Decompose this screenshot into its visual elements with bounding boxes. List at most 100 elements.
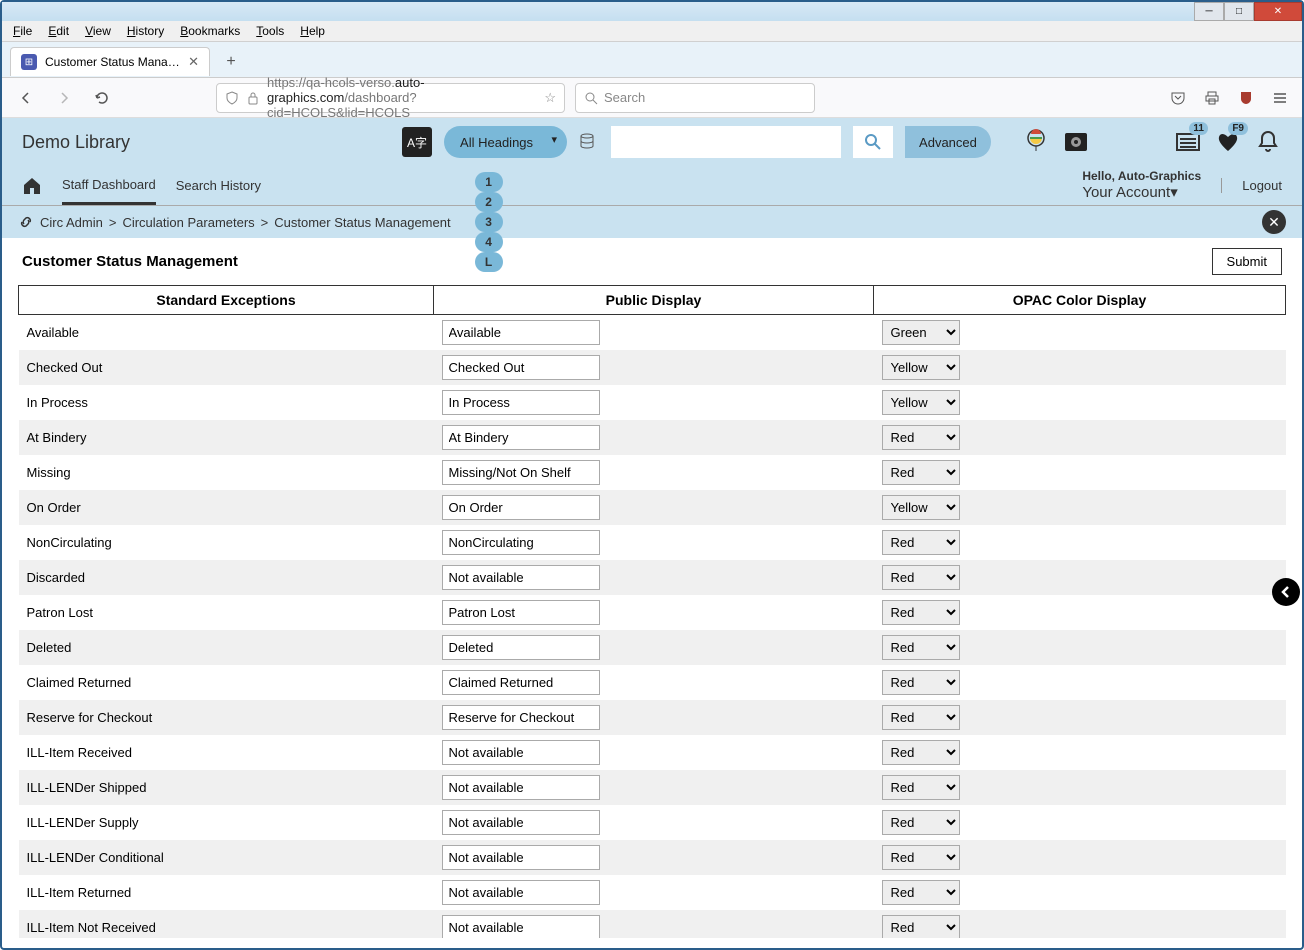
breadcrumb-admin[interactable]: Circ Admin	[40, 215, 103, 230]
public-display-input[interactable]	[442, 740, 600, 765]
menu-tools[interactable]: Tools	[249, 22, 291, 40]
database-icon[interactable]	[579, 126, 599, 158]
opac-color-select[interactable]: GreenYellowRed	[882, 775, 960, 800]
menu-help[interactable]: Help	[293, 22, 332, 40]
account-menu[interactable]: Hello, Auto-Graphics Your Account▾	[1082, 169, 1201, 201]
exception-name: In Process	[19, 385, 434, 420]
close-window-button[interactable]: ✕	[1254, 2, 1302, 21]
public-display-input[interactable]	[442, 495, 600, 520]
public-display-input[interactable]	[442, 915, 600, 938]
close-panel-button[interactable]: ✕	[1262, 210, 1286, 234]
hamburger-menu-icon[interactable]	[1268, 86, 1292, 110]
collapse-panel-arrow-icon[interactable]	[1272, 578, 1300, 606]
public-display-input[interactable]	[442, 845, 600, 870]
opac-color-select[interactable]: GreenYellowRed	[882, 565, 960, 590]
favorites-heart-icon[interactable]: F9	[1214, 128, 1242, 156]
nav-staff-dashboard[interactable]: Staff Dashboard	[62, 167, 156, 205]
table-row: ILL-LENDer ShippedGreenYellowRed	[19, 770, 1286, 805]
opac-color-select[interactable]: GreenYellowRed	[882, 670, 960, 695]
opac-color-select[interactable]: GreenYellowRed	[882, 600, 960, 625]
public-display-input[interactable]	[442, 460, 600, 485]
catalog-search-button[interactable]	[853, 126, 893, 158]
hello-text: Hello, Auto-Graphics	[1082, 169, 1201, 183]
forward-button[interactable]	[50, 84, 78, 112]
menu-history[interactable]: History	[120, 22, 171, 40]
url-toolbar: https://qa-hcols-verso.auto-graphics.com…	[2, 78, 1302, 118]
kids-catalog-icon[interactable]	[1062, 128, 1090, 156]
public-display-input[interactable]	[442, 880, 600, 905]
table-row: At BinderyGreenYellowRed	[19, 420, 1286, 455]
page-title: Customer Status Management	[22, 253, 238, 270]
opac-color-select[interactable]: GreenYellowRed	[882, 530, 960, 555]
public-display-input[interactable]	[442, 355, 600, 380]
browser-search-field[interactable]: Search	[575, 83, 815, 113]
menu-view[interactable]: View	[78, 22, 118, 40]
step-1[interactable]: 1	[475, 172, 503, 192]
exception-name: Missing	[19, 455, 434, 490]
opac-color-select[interactable]: GreenYellowRed	[882, 355, 960, 380]
public-display-input[interactable]	[442, 600, 600, 625]
ublock-icon[interactable]	[1234, 86, 1258, 110]
opac-color-select[interactable]: GreenYellowRed	[882, 705, 960, 730]
public-display-input[interactable]	[442, 425, 600, 450]
submit-button[interactable]: Submit	[1212, 248, 1282, 275]
public-display-input[interactable]	[442, 810, 600, 835]
step-2[interactable]: 2	[475, 192, 503, 212]
close-tab-button[interactable]: ✕	[188, 54, 199, 70]
table-row: Patron Lost GreenYellowRed	[19, 595, 1286, 630]
menu-edit[interactable]: Edit	[41, 22, 76, 40]
opac-color-select[interactable]: GreenYellowRed	[882, 635, 960, 660]
step-3[interactable]: 3	[475, 212, 503, 232]
link-icon	[18, 214, 34, 230]
opac-color-select[interactable]: GreenYellowRed	[882, 880, 960, 905]
opac-color-select[interactable]: GreenYellowRed	[882, 915, 960, 938]
home-icon[interactable]	[22, 177, 42, 195]
pocket-icon[interactable]	[1166, 86, 1190, 110]
opac-color-select[interactable]: GreenYellowRed	[882, 425, 960, 450]
public-display-input[interactable]	[442, 530, 600, 555]
bookmark-star-icon[interactable]: ☆	[544, 90, 556, 106]
table-row: Missing GreenYellowRed	[19, 455, 1286, 490]
public-display-input[interactable]	[442, 705, 600, 730]
catalog-search-input[interactable]	[611, 126, 841, 158]
opac-color-select[interactable]: GreenYellowRed	[882, 390, 960, 415]
opac-color-select[interactable]: GreenYellowRed	[882, 495, 960, 520]
new-tab-button[interactable]: +	[218, 49, 244, 75]
table-row: ILL-Item Not ReceivedGreenYellowRed	[19, 910, 1286, 938]
maximize-button[interactable]: □	[1224, 2, 1254, 21]
balloon-icon[interactable]	[1022, 128, 1050, 156]
lists-icon[interactable]: 11	[1174, 128, 1202, 156]
opac-color-select[interactable]: GreenYellowRed	[882, 460, 960, 485]
opac-color-select[interactable]: GreenYellowRed	[882, 810, 960, 835]
nav-search-history[interactable]: Search History	[176, 168, 261, 203]
minimize-button[interactable]: ─	[1194, 2, 1224, 21]
notifications-bell-icon[interactable]	[1254, 128, 1282, 156]
public-display-input[interactable]	[442, 320, 600, 345]
print-icon[interactable]	[1200, 86, 1224, 110]
exception-name: ILL-LENDer Supply	[19, 805, 434, 840]
language-button[interactable]: A字	[402, 127, 432, 157]
opac-color-select[interactable]: GreenYellowRed	[882, 740, 960, 765]
browser-tab[interactable]: ⊞ Customer Status Management ✕	[10, 47, 210, 76]
breadcrumb-params[interactable]: Circulation Parameters	[122, 215, 254, 230]
opac-color-select[interactable]: GreenYellowRed	[882, 845, 960, 870]
menu-file[interactable]: File	[6, 22, 39, 40]
table-row: On OrderGreenYellowRed	[19, 490, 1286, 525]
advanced-search-button[interactable]: Advanced	[905, 126, 991, 158]
url-field[interactable]: https://qa-hcols-verso.auto-graphics.com…	[216, 83, 565, 113]
exception-name: Available	[19, 315, 434, 351]
public-display-input[interactable]	[442, 390, 600, 415]
menu-bookmarks[interactable]: Bookmarks	[173, 22, 247, 40]
reload-button[interactable]	[88, 84, 116, 112]
exception-name: Patron Lost	[19, 595, 434, 630]
lists-badge: 11	[1189, 122, 1208, 135]
opac-color-select[interactable]: GreenYellowRed	[882, 320, 960, 345]
public-display-input[interactable]	[442, 565, 600, 590]
public-display-input[interactable]	[442, 775, 600, 800]
breadcrumb-page[interactable]: Customer Status Management	[274, 215, 450, 230]
public-display-input[interactable]	[442, 670, 600, 695]
all-headings-dropdown[interactable]: All Headings	[444, 126, 567, 158]
back-button[interactable]	[12, 84, 40, 112]
public-display-input[interactable]	[442, 635, 600, 660]
logout-link[interactable]: Logout	[1221, 178, 1282, 193]
